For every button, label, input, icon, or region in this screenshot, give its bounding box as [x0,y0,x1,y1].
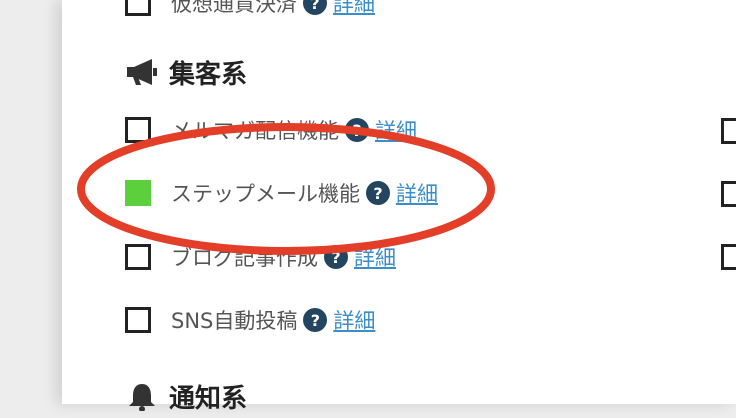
item-label: 仮想通貨決済 [171,0,297,16]
detail-link[interactable]: 詳細 [333,0,375,18]
checkbox-blog-article[interactable] [125,244,151,270]
detail-link[interactable]: 詳細 [396,178,438,208]
checkbox-right-column-1[interactable] [721,118,736,144]
help-icon[interactable]: ? [366,181,390,205]
help-icon[interactable]: ? [303,308,328,332]
list-item-blog-article: ブログ記事作成 ? 詳細 [125,240,396,274]
detail-link[interactable]: 詳細 [375,115,417,145]
section-title: 通知系 [169,383,248,414]
item-label: SNS自動投稿 [171,309,298,333]
item-label: ブログ記事作成 [171,246,318,270]
help-icon[interactable]: ? [345,118,369,142]
list-item-step-mail: ステップメール機能 ? 詳細 [125,176,438,210]
section-heading-notification: 通知系 [125,376,247,416]
megaphone-icon [125,57,159,87]
detail-link[interactable]: 詳細 [333,305,375,335]
checkbox-sns-auto-post[interactable] [125,307,151,333]
list-item-sns-auto-post: SNS自動投稿 ? 詳細 [125,303,375,337]
checkbox-crypto-payment[interactable] [125,0,151,16]
section-heading-marketing: 集客系 [125,52,247,92]
list-item-mail-magazine: メルマガ配信機能 ? 詳細 [125,113,417,147]
list-item-crypto-payment: 仮想通貨決済 ? 詳細 [125,0,375,20]
item-label: ステップメール機能 [171,182,360,206]
checkbox-step-mail[interactable] [125,180,151,206]
help-icon[interactable]: ? [303,0,327,15]
checkbox-right-column-3[interactable] [721,244,736,270]
item-label: メルマガ配信機能 [171,119,339,143]
checkbox-mail-magazine[interactable] [125,117,151,143]
section-title: 集客系 [169,59,248,90]
checkbox-right-column-2[interactable] [721,181,736,207]
detail-link[interactable]: 詳細 [354,242,396,272]
bell-icon [125,381,159,412]
help-icon[interactable]: ? [324,245,348,269]
